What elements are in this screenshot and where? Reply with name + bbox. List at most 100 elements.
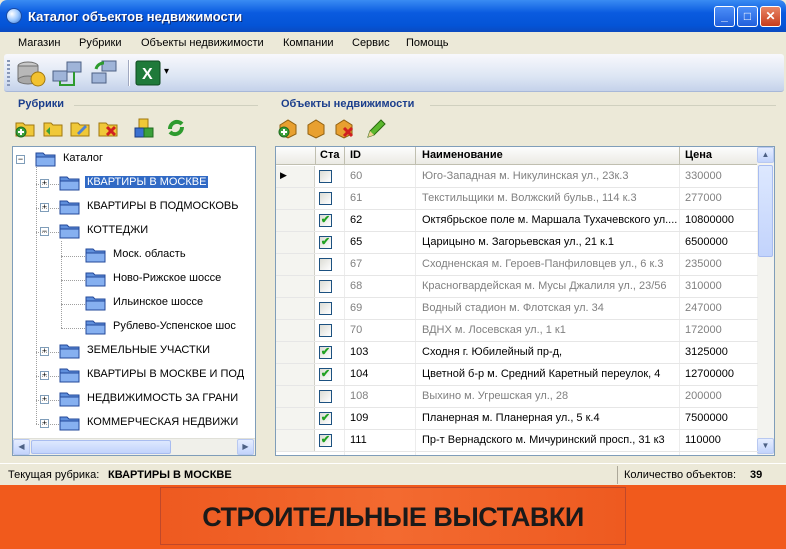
tree-item[interactable]: + КВАРТИРЫ В МОСКВЕ И ПОД [13, 365, 255, 385]
app-globe-icon [6, 8, 22, 24]
objects-grid[interactable]: Ста ID Наименование Цена ▲ ▼ ▶ 60 Юго-Запа… [275, 146, 775, 456]
scroll-thumb[interactable] [31, 440, 171, 454]
row-header[interactable] [276, 364, 315, 385]
tree-item[interactable]: + КОММЕРЧЕСКАЯ НЕДВИЖИ [13, 413, 255, 433]
network-sync-icon[interactable] [88, 57, 122, 89]
menu-objects[interactable]: Объекты недвижимости [141, 37, 264, 49]
add-object-icon[interactable] [277, 117, 299, 139]
tree-item-label: КОММЕРЧЕСКАЯ НЕДВИЖИ [87, 416, 239, 428]
status-checkbox[interactable]: ✔ [319, 214, 332, 227]
tree-item[interactable]: + КВАРТИРЫ В ПОДМОСКОВЬ [13, 197, 255, 217]
tree-item[interactable]: − КОТТЕДЖИ [13, 221, 255, 241]
status-checkbox[interactable] [319, 390, 332, 403]
status-checkbox[interactable] [319, 192, 332, 205]
cubes-icon[interactable] [133, 117, 155, 139]
tree-expander[interactable]: − [16, 155, 25, 164]
status-checkbox[interactable]: ✔ [319, 434, 332, 447]
cell-name: Царицыно м. Загорьевская ул., 21 к.1 [422, 236, 615, 248]
table-row[interactable]: ✔ 62 Октябрьское поле м. Маршала Тухачевск… [276, 210, 758, 232]
edit-folder-icon[interactable] [69, 117, 91, 139]
network-computers-icon[interactable] [50, 57, 84, 89]
row-header[interactable] [276, 188, 315, 209]
excel-export-icon[interactable]: X [134, 57, 168, 89]
banner-box[interactable]: СТРОИТЕЛЬНЫЕ ВЫСТАВКИ [160, 487, 626, 545]
row-header[interactable] [276, 276, 315, 297]
row-header[interactable] [276, 232, 315, 253]
delete-folder-icon[interactable] [97, 117, 119, 139]
row-header[interactable] [276, 386, 315, 407]
tree-item[interactable]: + ЗЕМЕЛЬНЫЕ УЧАСТКИ [13, 341, 255, 361]
column-price-header[interactable]: Цена [685, 149, 712, 161]
table-row[interactable]: ✔ 111 Пр-т Вернадского м. Мичуринский прос… [276, 430, 758, 452]
cell-id: 104 [350, 368, 369, 380]
table-row[interactable]: 108 Выхино м. Угрешская ул., 28 200000 [276, 386, 758, 408]
toolbar-gripper[interactable] [7, 60, 10, 86]
menu-rubrics[interactable]: Рубрики [79, 37, 121, 49]
scroll-down-button[interactable]: ▼ [757, 438, 774, 454]
tree-item[interactable]: + НЕДВИЖИМОСТЬ ЗА ГРАНИ [13, 389, 255, 409]
grid-vertical-scrollbar[interactable]: ▲ ▼ [757, 147, 774, 455]
add-subfolder-icon[interactable] [42, 117, 64, 139]
edit-object-icon[interactable] [305, 117, 327, 139]
tree-item[interactable]: Рублево-Успенское шос [13, 317, 255, 337]
column-id-header[interactable]: ID [350, 149, 361, 161]
tree-item[interactable]: − Каталог [13, 149, 255, 169]
row-header[interactable] [276, 430, 315, 451]
add-folder-icon[interactable] [14, 117, 36, 139]
database-connect-icon[interactable] [14, 57, 48, 89]
row-header[interactable] [276, 210, 315, 231]
table-row[interactable]: ✔ 104 Цветной б-р м. Средний Каретный пере… [276, 364, 758, 386]
tree-item[interactable]: Ново-Рижское шоссе [13, 269, 255, 289]
table-row[interactable]: 69 Водный стадион м. Флотская ул. 34 24700… [276, 298, 758, 320]
menu-shop[interactable]: Магазин [18, 37, 60, 49]
table-row[interactable]: 68 Красногвардейская м. Мусы Джалиля ул.,… [276, 276, 758, 298]
row-header[interactable] [276, 408, 315, 429]
menu-companies[interactable]: Компании [283, 37, 334, 49]
status-checkbox[interactable]: ✔ [319, 412, 332, 425]
scroll-left-button[interactable]: ◀ [13, 439, 30, 455]
status-checkbox[interactable] [319, 302, 332, 315]
status-checkbox[interactable]: ✔ [319, 368, 332, 381]
row-header[interactable] [276, 298, 315, 319]
status-checkbox[interactable] [319, 258, 332, 271]
cell-id: 61 [350, 192, 363, 204]
row-header[interactable]: ▶ [276, 166, 315, 187]
table-row[interactable]: 67 Сходненская м. Героев-Панфиловцев ул.,… [276, 254, 758, 276]
status-checkbox[interactable]: ✔ [319, 346, 332, 359]
tree-item[interactable]: Моск. область [13, 245, 255, 265]
rubrics-tree[interactable]: − Каталог + КВАРТИРЫ В МОСКВЕ + КВАРТИРЫ В ПО… [12, 146, 256, 456]
table-row[interactable]: ▶ 60 Юго-Западная м. Никулинская ул., 23к.… [276, 166, 758, 188]
table-row[interactable]: 70 ВДНХ м. Лосевская ул., 1 к1 172000 [276, 320, 758, 342]
cell-id: 60 [350, 170, 363, 182]
delete-object-icon[interactable] [333, 117, 355, 139]
maximize-button[interactable]: □ [737, 6, 758, 27]
status-checkbox[interactable] [319, 170, 332, 183]
menu-service[interactable]: Сервис [352, 37, 390, 49]
excel-dropdown-arrow[interactable]: ▾ [164, 66, 169, 77]
refresh-icon[interactable] [165, 117, 187, 139]
tree-horizontal-scrollbar[interactable]: ◀ ▶ [13, 438, 255, 455]
row-header[interactable] [276, 342, 315, 363]
scroll-thumb[interactable] [758, 165, 773, 257]
status-checkbox[interactable] [319, 324, 332, 337]
scroll-right-button[interactable]: ▶ [237, 439, 254, 455]
row-header[interactable] [276, 320, 315, 341]
column-separator [415, 147, 416, 165]
status-checkbox[interactable] [319, 280, 332, 293]
advert-banner[interactable]: СТРОИТЕЛЬНЫЕ ВЫСТАВКИ [0, 485, 786, 549]
table-row[interactable]: ✔ 65 Царицыно м. Загорьевская ул., 21 к.1 6… [276, 232, 758, 254]
column-name-header[interactable]: Наименование [422, 149, 503, 161]
tree-item[interactable]: + КВАРТИРЫ В МОСКВЕ [13, 173, 255, 193]
minimize-button[interactable]: _ [714, 6, 735, 27]
table-row[interactable]: ✔ 109 Планерная м. Планерная ул., 5 к.4 750… [276, 408, 758, 430]
menu-help[interactable]: Помощь [406, 37, 449, 49]
column-status-header[interactable]: Ста [320, 149, 339, 161]
scroll-up-button[interactable]: ▲ [757, 147, 774, 163]
table-row[interactable]: 61 Текстильщики м. Волжский бульв., 114 к… [276, 188, 758, 210]
row-header[interactable] [276, 254, 315, 275]
table-row[interactable]: ✔ 103 Сходня г. Юбилейный пр-д, 3125000 [276, 342, 758, 364]
close-button[interactable]: ✕ [760, 6, 781, 27]
tree-item[interactable]: Ильинское шоссе [13, 293, 255, 313]
pencil-icon[interactable] [364, 117, 386, 139]
status-checkbox[interactable]: ✔ [319, 236, 332, 249]
